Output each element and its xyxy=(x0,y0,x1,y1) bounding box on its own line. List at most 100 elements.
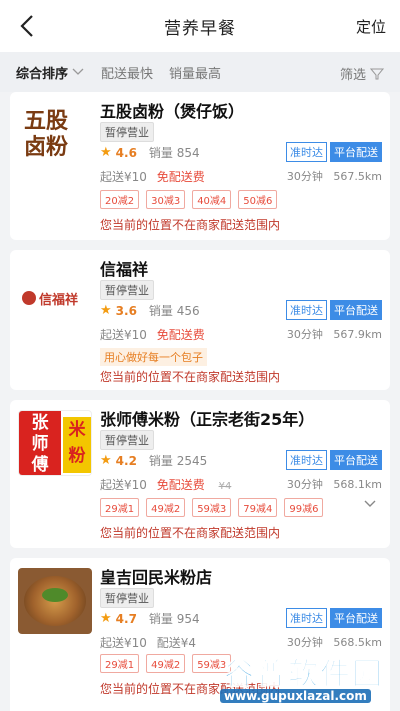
sales-label: 销量 xyxy=(148,612,173,626)
promo-list: 20减2 30减3 40减4 50减6 xyxy=(100,190,284,209)
filter-button[interactable]: 筛选 xyxy=(340,64,384,83)
delivery-tags: 准时达 平台配送 xyxy=(283,142,382,162)
logo-text: 傅 xyxy=(31,455,49,475)
sales-count: 2545 xyxy=(176,453,208,468)
shop-card[interactable]: 张 师 傅 米 粉 张师傅米粉（正宗老街25年） 暂停营业 ★ 4.2 销量 2… xyxy=(10,400,390,548)
sales-count: 854 xyxy=(176,145,200,160)
sort-comprehensive[interactable]: 综合排序 xyxy=(16,63,85,82)
delivery-info: 起送¥10 免配送费 xyxy=(100,168,205,185)
back-arrow-icon[interactable] xyxy=(14,12,42,40)
star-icon: ★ xyxy=(100,453,112,468)
status-badge: 暂停营业 xyxy=(100,430,154,450)
promo-tag: 20减2 xyxy=(100,190,140,209)
chevron-down-icon[interactable] xyxy=(364,500,376,508)
distance: 567.9km xyxy=(333,328,382,341)
page-title: 营养早餐 xyxy=(164,18,236,39)
time-distance: 30分钟 568.1km xyxy=(287,476,382,492)
sort-bar: 综合排序 配送最快 销量最高 筛选 xyxy=(0,52,400,92)
delivery-info: 起送¥10 免配送费 ¥4 xyxy=(100,476,231,493)
delivery-time: 30分钟 xyxy=(286,328,323,341)
promo-tag: 40减4 xyxy=(192,190,232,209)
sort-comprehensive-label: 综合排序 xyxy=(16,66,69,82)
delivery-tags: 准时达 平台配送 xyxy=(283,300,382,320)
rating-score: 4.6 xyxy=(115,145,137,160)
logo-text: 信福祥 xyxy=(39,292,79,308)
on-time-tag: 准时达 xyxy=(286,608,327,628)
delivery-time: 30分钟 xyxy=(286,170,323,183)
delivery-info: 起送¥10 免配送费 xyxy=(100,326,205,343)
rating-score: 4.2 xyxy=(115,453,137,468)
rating-row: ★ 4.6 销量 854 xyxy=(100,144,200,161)
min-order: 起送¥10 xyxy=(100,328,147,342)
sales-count: 954 xyxy=(176,611,200,626)
out-of-range-notice: 您当前的位置不在商家配送范围内 xyxy=(100,218,281,232)
promo-tag: 59减3 xyxy=(192,498,232,517)
sort-fastest[interactable]: 配送最快 xyxy=(101,63,153,82)
promo-tag: 29减1 xyxy=(100,654,140,673)
star-icon: ★ xyxy=(100,611,112,626)
platform-delivery-tag: 平台配送 xyxy=(330,300,382,320)
shop-logo: 五股 卤粉 xyxy=(18,102,92,168)
time-distance: 30分钟 567.5km xyxy=(287,168,382,184)
sales-label: 销量 xyxy=(148,304,173,318)
shop-slogan: 用心做好每一个包子 xyxy=(100,348,207,366)
logo-text: 米 xyxy=(68,420,86,440)
rating-row: ★ 3.6 销量 456 xyxy=(100,302,200,319)
original-delivery-fee: ¥4 xyxy=(218,481,232,492)
min-order: 起送¥10 xyxy=(100,478,147,492)
status-badge: 暂停营业 xyxy=(100,280,154,300)
locate-button[interactable]: 定位 xyxy=(356,16,386,37)
promo-tag: 79减4 xyxy=(238,498,278,517)
time-distance: 30分钟 568.5km xyxy=(287,634,382,650)
promo-tag: 49减2 xyxy=(146,654,186,673)
delivery-tags: 准时达 平台配送 xyxy=(283,450,382,470)
watermark-url: www.gupuxlazal.com xyxy=(220,689,371,703)
promo-tag: 99减6 xyxy=(284,498,324,517)
shop-logo: 信福祥 xyxy=(18,260,92,326)
top-bar: 营养早餐 定位 xyxy=(0,0,400,52)
out-of-range-notice: 您当前的位置不在商家配送范围内 xyxy=(100,526,281,540)
logo-text: 粉 xyxy=(68,446,86,466)
filter-label: 筛选 xyxy=(339,68,366,83)
promo-tag: 29减1 xyxy=(100,498,140,517)
min-order: 起送¥10 xyxy=(100,636,147,650)
shop-card[interactable]: 五股 卤粉 五股卤粉（煲仔饭） 暂停营业 ★ 4.6 销量 854 准时达 平台… xyxy=(10,92,390,240)
delivery-fee: 配送¥4 xyxy=(156,636,197,650)
logo-text: 师 xyxy=(31,434,49,454)
status-badge: 暂停营业 xyxy=(100,588,154,608)
sort-best-selling[interactable]: 销量最高 xyxy=(169,63,221,82)
delivery-fee: 免配送费 xyxy=(156,478,205,492)
shop-card[interactable]: 信福祥 信福祥 暂停营业 ★ 3.6 销量 456 准时达 平台配送 起送¥10… xyxy=(10,250,390,390)
sales-count: 456 xyxy=(176,303,200,318)
on-time-tag: 准时达 xyxy=(286,450,327,470)
rating-score: 4.7 xyxy=(115,611,137,626)
time-distance: 30分钟 567.9km xyxy=(287,326,382,342)
platform-delivery-tag: 平台配送 xyxy=(330,608,382,628)
out-of-range-notice: 您当前的位置不在商家配送范围内 xyxy=(100,370,281,384)
shop-name: 五股卤粉（煲仔饭） xyxy=(100,102,245,121)
watermark-text: 谷普软件园 xyxy=(224,657,384,693)
shop-logo: 张 师 傅 米 粉 xyxy=(18,410,92,476)
on-time-tag: 准时达 xyxy=(286,300,327,320)
promo-tag: 30减3 xyxy=(146,190,186,209)
star-icon: ★ xyxy=(100,303,112,318)
site-watermark: 谷普软件园 www.gupuxlazal.com xyxy=(206,649,396,707)
sales-label: 销量 xyxy=(148,454,173,468)
on-time-tag: 准时达 xyxy=(286,142,327,162)
greens-garnish xyxy=(42,588,68,602)
rating-row: ★ 4.2 销量 2545 xyxy=(100,452,207,469)
star-icon: ★ xyxy=(100,145,112,160)
distance: 567.5km xyxy=(333,170,382,183)
delivery-fee: 免配送费 xyxy=(156,170,205,184)
funnel-icon xyxy=(370,68,384,79)
delivery-time: 30分钟 xyxy=(286,636,323,649)
shop-name: 皇吉回民米粉店 xyxy=(100,568,213,587)
platform-delivery-tag: 平台配送 xyxy=(330,142,382,162)
logo-text: 张 xyxy=(31,413,49,433)
logo-swirl-icon xyxy=(22,291,36,305)
shop-name: 信福祥 xyxy=(100,260,149,279)
chevron-down-icon xyxy=(72,68,84,75)
logo-text: 五股 xyxy=(24,108,69,134)
rating-row: ★ 4.7 销量 954 xyxy=(100,610,200,627)
delivery-time: 30分钟 xyxy=(286,478,323,491)
